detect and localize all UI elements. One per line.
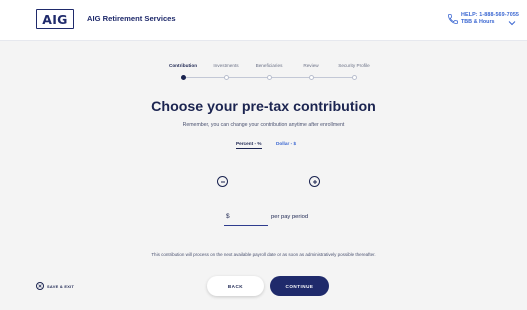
- step-label-review: Review: [303, 63, 319, 68]
- step-dot-investments: [223, 74, 229, 80]
- step-dot-beneficiaries: [266, 74, 272, 80]
- step-dot-contribution: [180, 74, 186, 80]
- step-dot-security-profile: [351, 74, 357, 80]
- increase-button[interactable]: [309, 176, 320, 187]
- page-title: Choose your pre-tax contribution: [151, 99, 376, 115]
- step-label-beneficiaries: Beneficiaries: [255, 63, 283, 68]
- page-subtitle: Remember, you can change your contributi…: [182, 122, 345, 128]
- save-exit-label: SAVE & EXIT: [47, 283, 75, 289]
- aig-logo[interactable]: AIG: [36, 9, 74, 29]
- toggle-percent[interactable]: Percent - %: [236, 141, 262, 149]
- phone-icon: [448, 14, 458, 24]
- help-phone-number[interactable]: HELP: 1-888-569-7055: [461, 12, 519, 18]
- help-hours-link[interactable]: TBB & Hours: [461, 19, 495, 25]
- top-header: AIG AIG Retirement Services HELP: 1-888-…: [0, 0, 527, 41]
- minus-icon: [220, 181, 225, 182]
- step-label-contribution: Contribution: [168, 63, 198, 68]
- save-exit-link[interactable]: SAVE & EXIT: [36, 282, 74, 290]
- decrease-button[interactable]: [217, 176, 228, 187]
- back-button[interactable]: BACK: [207, 276, 264, 296]
- chevron-down-icon[interactable]: [508, 20, 516, 26]
- contribution-note: This contribution will process on the ne…: [151, 252, 376, 257]
- step-label-security-profile: Security Profile: [338, 63, 370, 68]
- brand-name: AIG Retirement Services: [87, 14, 176, 23]
- per-pay-period-label: per pay period: [271, 214, 309, 220]
- plus-icon: [312, 179, 317, 184]
- step-label-investments: Investments: [213, 63, 239, 68]
- toggle-dollar[interactable]: Dollar - $: [276, 141, 296, 146]
- contribution-amount-input[interactable]: [224, 211, 268, 226]
- step-dot-review: [308, 74, 314, 80]
- close-icon: [36, 282, 44, 290]
- continue-button[interactable]: CONTINUE: [270, 276, 329, 296]
